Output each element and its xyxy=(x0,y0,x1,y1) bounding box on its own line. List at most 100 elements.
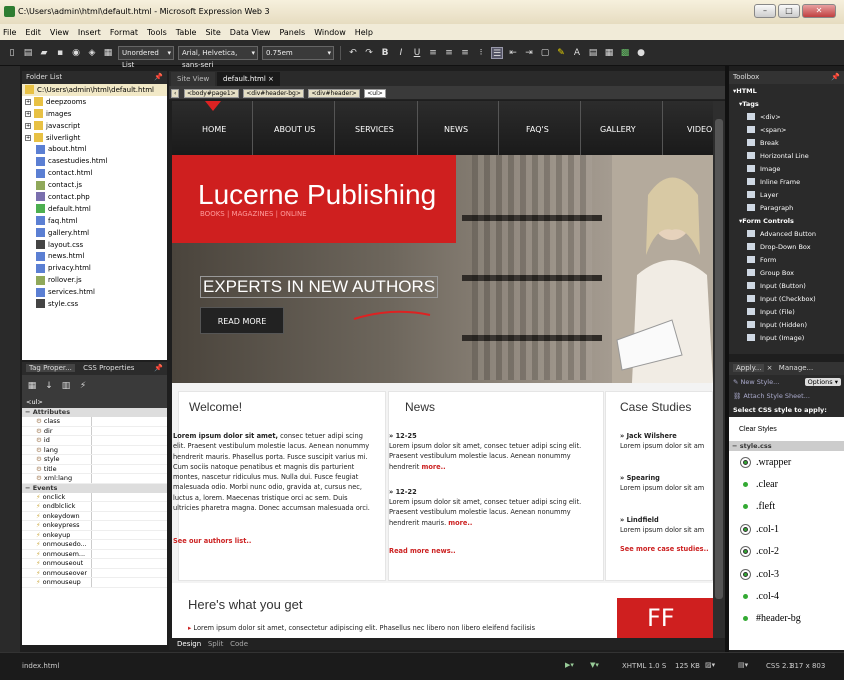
toolbox-form-item[interactable]: Advanced Button xyxy=(729,227,844,240)
borders-icon[interactable]: ▢ xyxy=(539,47,551,59)
toolbox-tag-item[interactable]: Break xyxy=(729,136,844,149)
menu-table[interactable]: Table xyxy=(176,28,197,37)
menu-window[interactable]: Window xyxy=(314,28,346,37)
size-select[interactable]: 0.75em xyxy=(262,45,334,60)
menu-insert[interactable]: Insert xyxy=(78,28,101,37)
tags-group-header[interactable]: ▾ Tags xyxy=(729,97,844,110)
menu-edit[interactable]: Edit xyxy=(25,28,41,37)
toolbox-form-item[interactable]: Input (File) xyxy=(729,305,844,318)
file-item[interactable]: gallery.html xyxy=(22,227,167,239)
nav-video[interactable]: VIDEO xyxy=(687,125,712,134)
tab-css-properties[interactable]: CSS Properties xyxy=(83,364,134,372)
file-item[interactable]: style.css xyxy=(22,298,167,310)
attribute-row[interactable]: ⚙ style xyxy=(22,455,167,465)
style-rule[interactable]: .col-1 xyxy=(729,518,844,540)
page-dimensions-label[interactable]: 817 x 803 xyxy=(790,662,825,670)
layer-icon[interactable]: ▤ xyxy=(587,47,599,59)
save-icon[interactable]: ▪ xyxy=(54,47,66,59)
style-rule[interactable]: .col-3 xyxy=(729,563,844,585)
breadcrumb-item[interactable]: <div#header> xyxy=(308,89,360,98)
bold-icon[interactable]: B xyxy=(379,47,391,59)
browser-icon[interactable]: ▤▾ xyxy=(738,661,748,669)
event-row[interactable]: ⚡ onkeydown xyxy=(22,511,167,521)
style-rule[interactable]: .col-4 xyxy=(729,585,844,607)
toolbox-tag-item[interactable]: Inline Frame xyxy=(729,175,844,188)
style-rule[interactable]: .col-2 xyxy=(729,541,844,563)
breadcrumb-back[interactable]: ‹ xyxy=(171,89,180,98)
toolbox-tag-item[interactable]: Paragraph xyxy=(729,201,844,214)
attribute-row[interactable]: ⚙ lang xyxy=(22,445,167,455)
html-group-header[interactable]: ▾ HTML xyxy=(729,84,844,97)
attribute-row[interactable]: ⚙ dir xyxy=(22,426,167,436)
new-style-link[interactable]: New Style... xyxy=(741,378,780,386)
font-select[interactable]: Arial, Helvetica, sans-seri xyxy=(178,45,258,69)
toolbox-tag-item[interactable]: Image xyxy=(729,162,844,175)
file-item[interactable]: contact.js xyxy=(22,179,167,191)
toolbox-tag-item[interactable]: Horizontal Line xyxy=(729,149,844,162)
style-app-icon[interactable]: ▼▾ xyxy=(590,661,599,669)
tab-apply-styles[interactable]: Apply... xyxy=(733,364,765,372)
tab-tag-properties[interactable]: Tag Proper... xyxy=(26,364,75,372)
tab-code[interactable]: Code xyxy=(230,640,248,648)
toolbox-form-item[interactable]: Input (Hidden) xyxy=(729,318,844,331)
toolbox-form-item[interactable]: Input (Image) xyxy=(729,331,844,344)
pin-icon[interactable]: 📌 xyxy=(154,362,163,375)
expand-icon[interactable]: + xyxy=(25,98,31,105)
toolbox-form-item[interactable]: Input (Checkbox) xyxy=(729,292,844,305)
breadcrumb-item[interactable]: <body#page1> xyxy=(183,89,239,98)
expand-icon[interactable]: + xyxy=(25,134,31,141)
event-row[interactable]: ⚡ ondblclick xyxy=(22,502,167,512)
event-row[interactable]: ⚡ onclick xyxy=(22,492,167,502)
toolbox-form-item[interactable]: Group Box xyxy=(729,266,844,279)
folder-item[interactable]: + silverlight xyxy=(22,132,167,144)
file-item[interactable]: services.html xyxy=(22,286,167,298)
minimize-button[interactable]: – xyxy=(754,4,776,18)
read-more-news-link[interactable]: Read more news.. xyxy=(389,546,456,556)
outdent-icon[interactable]: ⇤ xyxy=(507,47,519,59)
undo-icon[interactable]: ↶ xyxy=(347,47,359,59)
tab-default-html[interactable]: default.html × xyxy=(217,72,280,86)
open-folder-icon[interactable]: ▰ xyxy=(38,47,50,59)
italic-icon[interactable]: I xyxy=(395,47,407,59)
read-more-button[interactable]: READ MORE xyxy=(200,307,284,334)
toolbox-tag-item[interactable]: Layer xyxy=(729,188,844,201)
news-more-link[interactable]: more.. xyxy=(421,463,445,471)
event-row[interactable]: ⚡ onmouseover xyxy=(22,568,167,578)
attributes-header[interactable]: − Attributes xyxy=(22,408,167,417)
menu-help[interactable]: Help xyxy=(355,28,373,37)
insert-icon[interactable]: ▦ xyxy=(102,47,114,59)
design-view[interactable]: HOME ABOUT US SERVICES NEWS FAQ'S GALLER… xyxy=(172,101,713,638)
categorized-icon[interactable]: ▦ xyxy=(26,380,38,392)
event-row[interactable]: ⚡ onmousem... xyxy=(22,549,167,559)
bulleted-list-icon[interactable]: ☰ xyxy=(491,46,503,59)
menu-file[interactable]: File xyxy=(3,28,16,37)
scrollbar-thumb[interactable] xyxy=(715,119,723,599)
folder-item[interactable]: + images xyxy=(22,108,167,120)
nav-faqs[interactable]: FAQ'S xyxy=(526,125,549,134)
tab-split[interactable]: Split xyxy=(208,640,224,648)
event-row[interactable]: ⚡ onkeypress xyxy=(22,521,167,531)
close-tab-icon[interactable]: × xyxy=(268,75,274,83)
record-icon[interactable]: ● xyxy=(635,47,647,59)
folder-root[interactable]: C:\Users\admin\html\default.html xyxy=(22,84,167,96)
breadcrumb-item[interactable]: <ul> xyxy=(364,89,386,98)
expand-icon[interactable]: + xyxy=(25,110,31,117)
menu-panels[interactable]: Panels xyxy=(279,28,305,37)
file-item[interactable]: casestudies.html xyxy=(22,155,167,167)
file-item[interactable]: news.html xyxy=(22,250,167,262)
nav-home[interactable]: HOME xyxy=(202,125,226,134)
menu-data-view[interactable]: Data View xyxy=(230,28,271,37)
file-item[interactable]: rollover.js xyxy=(22,274,167,286)
nav-news[interactable]: NEWS xyxy=(444,125,468,134)
file-item[interactable]: default.html xyxy=(22,203,167,215)
file-item[interactable]: contact.php xyxy=(22,191,167,203)
tab-design[interactable]: Design xyxy=(177,640,201,648)
style-select[interactable]: Unordered List xyxy=(118,45,174,69)
image-icon[interactable]: ▩ xyxy=(619,47,631,59)
toolbox-tag-item[interactable]: <span> xyxy=(729,123,844,136)
table-icon[interactable]: ▦ xyxy=(603,47,615,59)
news-more-link[interactable]: more.. xyxy=(448,519,472,527)
style-rule[interactable]: #header-bg xyxy=(729,608,844,630)
file-item[interactable]: privacy.html xyxy=(22,262,167,274)
toolbox-form-item[interactable]: Input (Button) xyxy=(729,279,844,292)
